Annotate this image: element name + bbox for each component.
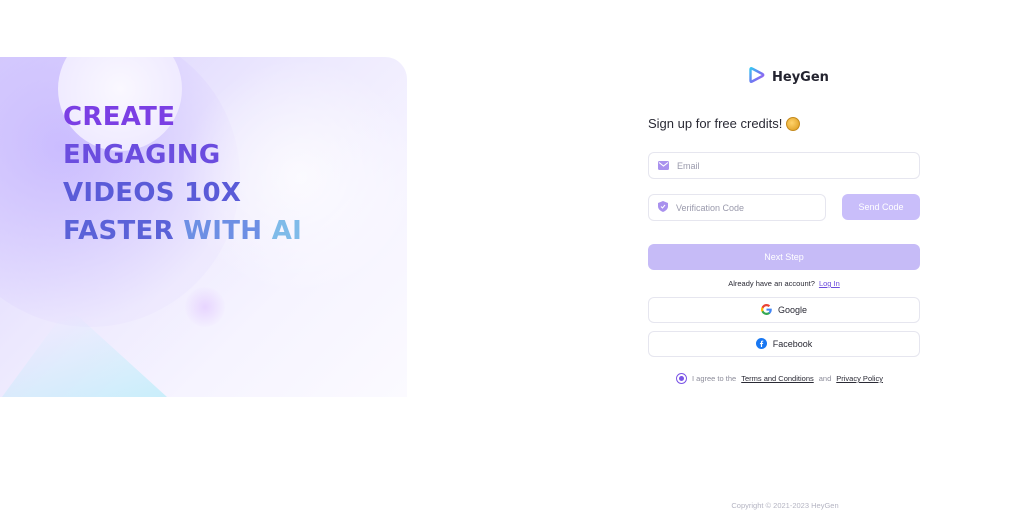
login-prompt-text: Already have an account? xyxy=(728,279,815,288)
privacy-link[interactable]: Privacy Policy xyxy=(836,374,883,383)
hero-title: CREATE ENGAGING VIDEOS 10X FASTER WITH A… xyxy=(63,98,363,250)
heygen-logo-icon xyxy=(748,66,766,89)
agree-text: I agree to the xyxy=(692,374,737,383)
facebook-icon xyxy=(755,337,767,351)
hero-line: FASTER WITH AI xyxy=(63,216,303,246)
signup-heading: Sign up for free credits! xyxy=(648,116,801,131)
next-step-button[interactable]: Next Step xyxy=(648,244,920,270)
login-prompt: Already have an account? Log In xyxy=(648,279,920,288)
google-signin-button[interactable]: Google xyxy=(648,297,920,323)
hero-decoration xyxy=(185,287,225,327)
login-link[interactable]: Log In xyxy=(819,279,840,288)
google-label: Google xyxy=(777,305,808,315)
agree-radio[interactable] xyxy=(676,373,687,384)
hero-line: CREATE xyxy=(63,102,176,132)
terms-link[interactable]: Terms and Conditions xyxy=(741,374,814,383)
send-code-button[interactable]: Send Code xyxy=(842,194,920,220)
shield-icon xyxy=(658,199,668,217)
and-text: and xyxy=(818,374,832,383)
facebook-label: Facebook xyxy=(772,339,813,349)
waving-hand-icon xyxy=(786,116,801,131)
facebook-signin-button[interactable]: Facebook xyxy=(648,331,920,357)
radio-dot xyxy=(679,376,684,381)
brand-name: HeyGen xyxy=(772,70,829,85)
brand-logo[interactable]: HeyGen xyxy=(748,66,829,89)
email-placeholder: Email xyxy=(677,160,700,171)
google-icon xyxy=(760,303,772,317)
hero-line: ENGAGING xyxy=(63,140,221,170)
signup-heading-text: Sign up for free credits! xyxy=(648,116,783,131)
email-field[interactable]: Email xyxy=(648,152,920,179)
verification-code-field[interactable]: Verification Code xyxy=(648,194,826,221)
code-placeholder: Verification Code xyxy=(676,202,745,213)
terms-agreement: I agree to the Terms and Conditions and … xyxy=(676,373,883,384)
copyright: Copyright © 2021-2023 HeyGen xyxy=(731,501,839,510)
hero-line: VIDEOS 10X xyxy=(63,178,242,208)
mail-icon xyxy=(658,157,669,175)
